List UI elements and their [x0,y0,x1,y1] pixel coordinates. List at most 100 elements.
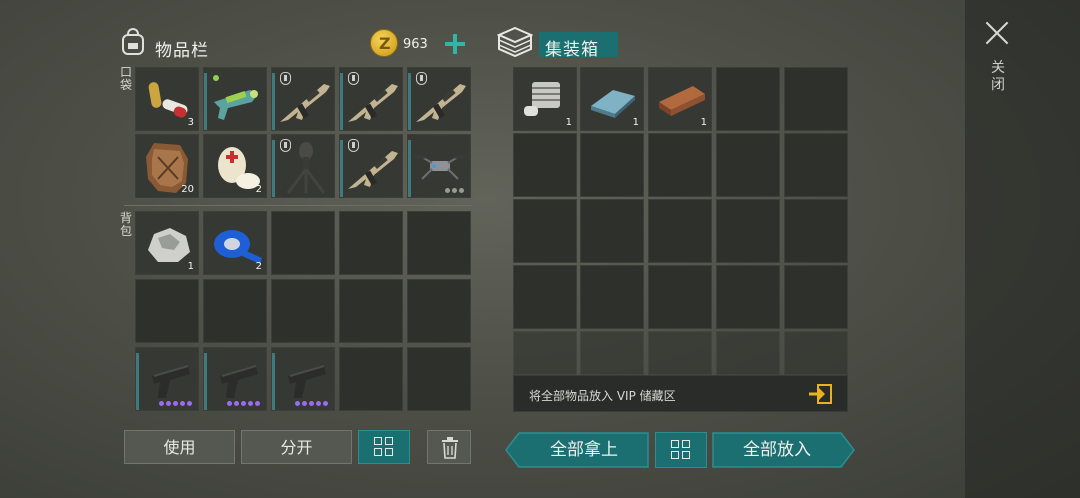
container-slot [513,331,577,375]
backpack-slot[interactable]: 2 [203,211,267,275]
backpack-slot[interactable] [407,279,471,343]
container-slot[interactable] [580,265,644,329]
add-coins-button[interactable] [443,32,467,56]
pocket-slot[interactable] [271,67,335,131]
rifle-icon [348,84,398,122]
pocket-slot[interactable] [339,134,403,198]
backpack-slot[interactable] [135,347,199,411]
backpack-slot[interactable]: 1 [135,211,199,275]
container-slot[interactable]: 1 [513,67,577,131]
container-slot[interactable] [716,265,780,329]
container-slot[interactable] [716,199,780,263]
pistol-icon [288,365,326,398]
item-count: 1 [187,261,194,272]
item-count: 2 [255,184,262,195]
backpack-slot[interactable] [203,347,267,411]
backpack-icon [122,28,144,55]
pocket-slot[interactable]: 3 [135,67,199,131]
rarity-dots [295,401,328,406]
backpack-slot[interactable] [339,211,403,275]
pocket-slot[interactable] [339,67,403,131]
slot-indicator [408,140,411,197]
sort-button[interactable] [358,430,410,464]
transfer-arrow-icon[interactable] [807,383,833,405]
container-slot[interactable] [784,67,848,131]
container-slot [784,331,848,375]
item-count: 20 [181,184,194,195]
slot-indicator [340,73,343,130]
pistol-icon [220,365,258,398]
pocket-slot[interactable]: 20 [135,134,199,198]
section-divider [124,205,472,206]
coin-icon: Z [370,29,398,57]
pocket-slot[interactable] [407,134,471,198]
drone-icon [413,155,467,180]
container-slot[interactable] [513,199,577,263]
container-slot[interactable] [648,199,712,263]
item-count: 1 [700,117,707,128]
pocket-section-label: 口袋 [119,65,132,92]
inventory-title: 物品栏 [155,41,209,61]
backpack-slot[interactable] [407,211,471,275]
rarity-dots [227,401,260,406]
plasma-blaster-icon [213,75,258,120]
pocket-slot[interactable] [271,134,335,198]
container-slot[interactable]: 1 [648,67,712,131]
slot-indicator [272,73,275,130]
vip-storage-bar[interactable]: 将全部物品放入 VIP 储藏区 [513,375,848,412]
container-slot[interactable] [784,199,848,263]
container-sort-button[interactable] [655,432,707,468]
coin-amount: 963 [403,37,428,52]
durability-dots [445,188,464,193]
slot-indicator [340,140,343,197]
vip-storage-text: 将全部物品放入 VIP 储藏区 [529,389,676,403]
container-slot[interactable] [580,199,644,263]
backpack-slot[interactable] [203,279,267,343]
pocket-slot[interactable] [407,67,471,131]
container-slot[interactable]: 1 [580,67,644,131]
side-panel [965,0,1080,498]
backpack-slot[interactable] [339,347,403,411]
container-slot[interactable] [784,133,848,197]
pistol-icon [152,365,190,398]
backpack-slot[interactable] [271,211,335,275]
discard-button[interactable] [427,430,471,464]
rarity-dots [159,401,192,406]
item-count: 3 [187,117,194,128]
rifle-icon [348,151,398,189]
container-slot[interactable] [784,265,848,329]
use-button[interactable]: 使用 [124,430,235,464]
slot-indicator [272,353,275,410]
container-title: 集装箱 [539,32,618,60]
slot-indicator [136,353,139,410]
backpack-slot[interactable] [339,279,403,343]
container-slot[interactable] [716,67,780,131]
backpack-slot[interactable] [135,279,199,343]
take-all-button[interactable]: 全部拿上 [519,432,649,468]
container-slot[interactable] [513,133,577,197]
pocket-slot[interactable]: 2 [203,134,267,198]
backpack-slot[interactable] [271,279,335,343]
backpack-slot[interactable] [271,347,335,411]
pocket-slot[interactable] [203,67,267,131]
container-slot[interactable] [580,133,644,197]
trash-icon [442,437,458,459]
container-slot[interactable] [648,265,712,329]
container-slot [580,331,644,375]
container-slot[interactable] [513,265,577,329]
split-button[interactable]: 分开 [241,430,352,464]
backpack-slot[interactable] [407,347,471,411]
close-icon[interactable] [984,20,1010,46]
item-count: 2 [255,261,262,272]
put-all-button[interactable]: 全部放入 [712,432,842,468]
slot-indicator [204,73,207,130]
container-slot[interactable] [716,133,780,197]
slot-indicator [272,140,275,197]
container-slot[interactable] [648,133,712,197]
slot-indicator [204,353,207,410]
container-icon [497,26,533,58]
rifle-icon [416,84,466,122]
grid-icon [671,440,691,460]
slot-indicator [408,73,411,130]
item-count: 1 [565,117,572,128]
